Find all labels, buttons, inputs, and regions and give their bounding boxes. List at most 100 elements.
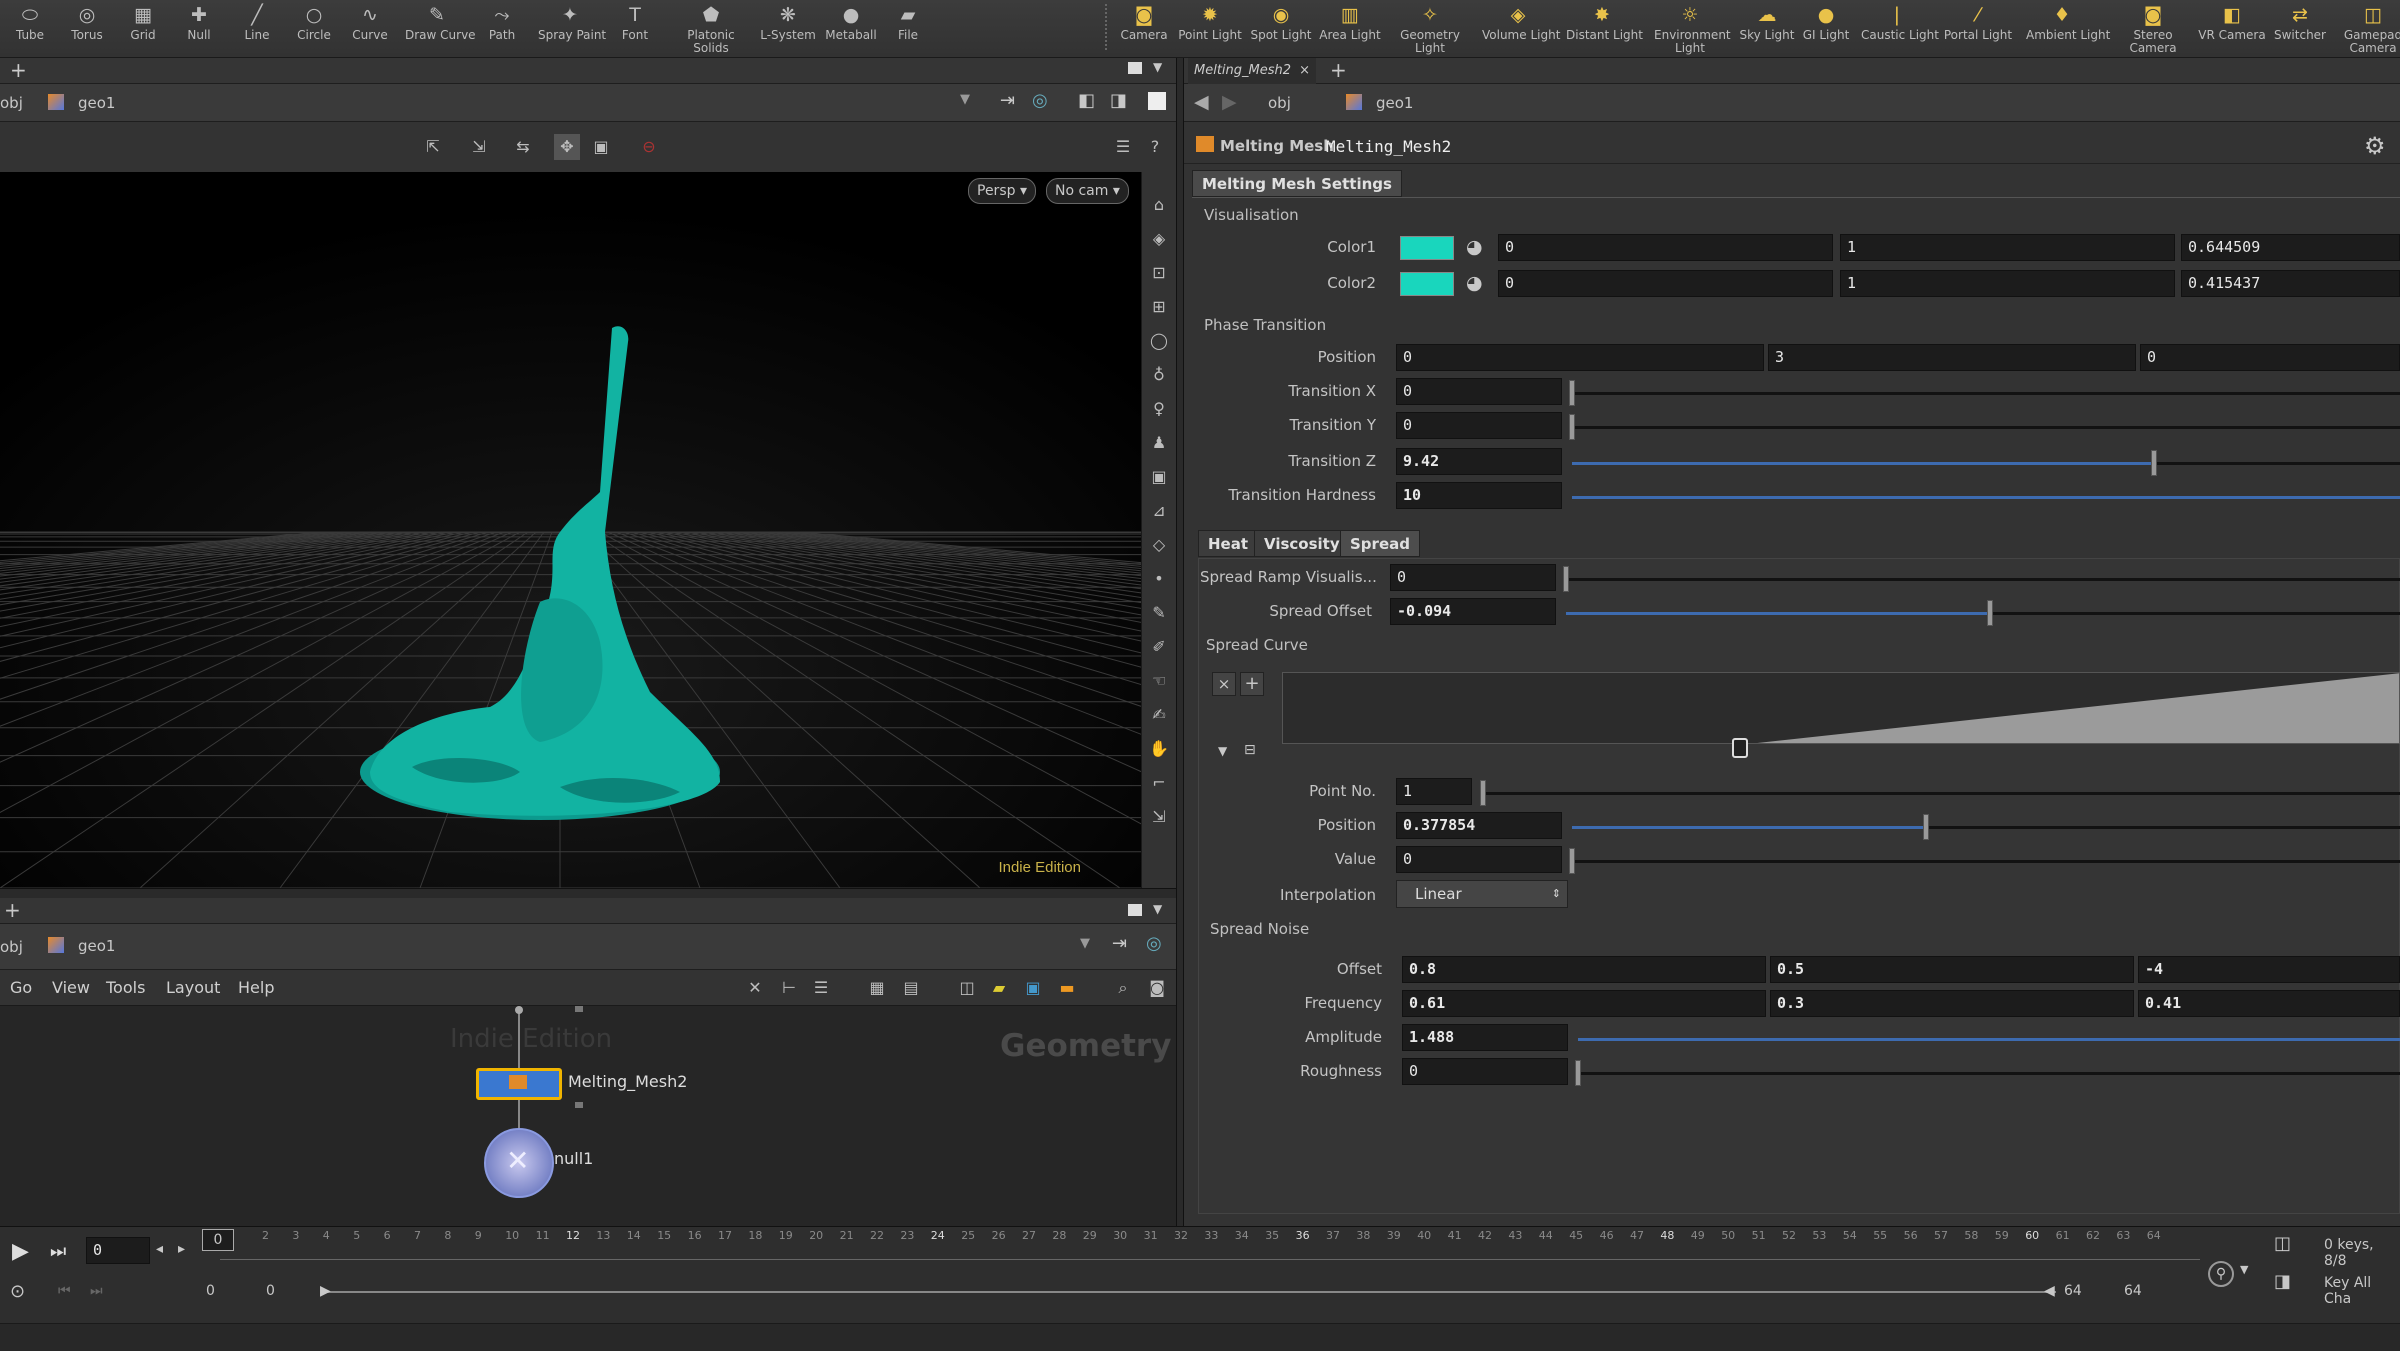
key-all-channels-button[interactable]: Key All Cha xyxy=(2324,1275,2400,1307)
spread-ramp-vis-slider[interactable] xyxy=(1563,566,2400,592)
point-icon[interactable]: • xyxy=(1146,566,1172,592)
ramp-value-field[interactable]: 0 xyxy=(1396,846,1562,873)
color2-r-field[interactable]: 0 xyxy=(1498,270,1833,297)
chevron-down-icon[interactable]: ▼ xyxy=(960,92,970,107)
transform-tool-icon[interactable]: ⇲ xyxy=(466,134,492,160)
back-icon[interactable]: ◀ xyxy=(1194,91,1209,113)
add-point-icon[interactable]: + xyxy=(1240,672,1264,696)
grid-snap-icon[interactable]: ▤ xyxy=(898,975,924,1001)
path-node[interactable]: geo1 xyxy=(1376,94,1413,112)
tube-tool[interactable]: ⬭ Tube xyxy=(0,2,62,56)
area-light-tool[interactable]: ▥ Area Light xyxy=(1314,2,1386,56)
switcher-tool[interactable]: ⇄ Switcher xyxy=(2264,2,2336,56)
key-icon[interactable]: ⚲ xyxy=(2208,1261,2234,1287)
slider-handle[interactable] xyxy=(1569,414,1575,440)
range-bar[interactable] xyxy=(326,1291,2056,1293)
render-region-icon[interactable]: ▣ xyxy=(588,134,614,160)
portal-light-tool[interactable]: ⁄ Portal Light xyxy=(1942,2,2014,56)
slider-handle[interactable] xyxy=(1923,814,1929,840)
tab-melting-mesh2[interactable]: Melting_Mesh2 × xyxy=(1188,58,1316,84)
record-icon[interactable]: ⊖ xyxy=(636,134,662,160)
color1-b-field[interactable]: 0.644509 xyxy=(2181,234,2400,261)
frequency-y-field[interactable]: 0.3 xyxy=(1770,990,2134,1017)
color2-b-field[interactable]: 0.415437 xyxy=(2181,270,2400,297)
amplitude-slider[interactable] xyxy=(1578,1038,2400,1041)
transition-hardness-field[interactable]: 10 xyxy=(1396,482,1562,509)
pane-splitter[interactable] xyxy=(1176,58,1184,1226)
start-frame[interactable]: 0 xyxy=(206,1283,215,1299)
light-icon[interactable]: ♁ xyxy=(1146,362,1172,388)
node-shape-icon[interactable]: ▬ xyxy=(1054,975,1080,1001)
node-label[interactable]: null1 xyxy=(554,1149,593,1168)
file-tool[interactable]: ▰ File xyxy=(876,2,940,56)
tab-melting-mesh-settings[interactable]: Melting Mesh Settings xyxy=(1192,170,1402,197)
start-frame-2[interactable]: 0 xyxy=(266,1283,275,1299)
color-wheel-icon[interactable]: ◕ xyxy=(1466,236,1483,258)
ramp-point-handle[interactable] xyxy=(1732,738,1748,758)
brush-icon[interactable]: ✍ xyxy=(1146,702,1172,728)
play-icon[interactable]: ▶ xyxy=(12,1239,29,1264)
color2-swatch[interactable] xyxy=(1400,272,1454,296)
search-icon[interactable]: ⌕ xyxy=(1110,975,1136,1001)
path-node[interactable]: geo1 xyxy=(78,937,115,955)
hand-icon[interactable]: ☜ xyxy=(1146,668,1172,694)
gear-icon[interactable]: ⚙ xyxy=(2364,132,2386,160)
add-tab-icon[interactable]: + xyxy=(1330,58,1347,82)
corner-icon[interactable]: ⌐ xyxy=(1146,770,1172,796)
snap-icon[interactable]: ⊿ xyxy=(1146,498,1172,524)
amplitude-field[interactable]: 1.488 xyxy=(1402,1024,1568,1051)
pane-menu-icon[interactable] xyxy=(1128,904,1142,916)
scale-icon[interactable]: ⇲ xyxy=(1146,804,1172,830)
slider-handle[interactable] xyxy=(1575,1060,1581,1086)
environment-light-tool[interactable]: ☼ Environment Light xyxy=(1654,2,1731,56)
end-frame[interactable]: 64 xyxy=(2064,1283,2082,1299)
color2-g-field[interactable]: 1 xyxy=(1840,270,2175,297)
keyframe-icon[interactable]: ◫ xyxy=(2274,1233,2291,1254)
display-options-icon[interactable]: ☰ xyxy=(1110,134,1136,160)
link-icon[interactable]: ⊟ xyxy=(1244,742,1256,758)
circle-tool[interactable]: ○ Circle xyxy=(282,2,346,56)
menu-go[interactable]: Go xyxy=(10,978,32,997)
layout-icon[interactable]: ◫ xyxy=(954,975,980,1001)
ramp-value-slider[interactable] xyxy=(1569,848,2400,874)
tree-icon[interactable]: ⊢ xyxy=(776,975,802,1001)
transition-z-slider[interactable] xyxy=(1572,450,2400,476)
spread-offset-slider[interactable] xyxy=(1566,600,2400,626)
menu-tools[interactable]: Tools xyxy=(106,978,145,997)
spread-ramp-vis-field[interactable]: 0 xyxy=(1390,564,1556,591)
ramp-graph[interactable] xyxy=(1282,672,2400,744)
torus-tool[interactable]: ◎ Torus xyxy=(55,2,119,56)
color1-swatch[interactable] xyxy=(1400,236,1454,260)
image-icon[interactable]: ▣ xyxy=(1020,975,1046,1001)
point-no-slider[interactable] xyxy=(1480,780,2400,806)
grab-icon[interactable]: ✋ xyxy=(1146,736,1172,762)
current-frame-marker[interactable]: 0 xyxy=(202,1229,234,1251)
slider-handle[interactable] xyxy=(1480,780,1486,806)
realtime-icon[interactable]: ⊙ xyxy=(10,1281,25,1302)
menu-layout[interactable]: Layout xyxy=(166,978,220,997)
color-wheel-icon[interactable]: ◕ xyxy=(1466,272,1483,294)
chevron-down-icon[interactable]: ▼ xyxy=(1153,60,1162,74)
help-icon[interactable]: ? xyxy=(1142,134,1168,160)
tab-heat[interactable]: Heat xyxy=(1198,530,1259,557)
camera-icon[interactable]: ◙ xyxy=(1144,975,1170,1001)
step-back-icon[interactable]: ◂ xyxy=(156,1241,163,1257)
tab-spread[interactable]: Spread xyxy=(1340,530,1420,557)
link-icon[interactable]: ◎ xyxy=(1146,933,1162,954)
draw-curve-tool[interactable]: ✎ Draw Curve xyxy=(405,2,476,56)
viewport[interactable]: Indie Edition Persp ▾ No cam ▾ xyxy=(0,172,1141,888)
geometry-light-tool[interactable]: ✧ Geometry Light xyxy=(1394,2,1466,56)
position-y-field[interactable]: 3 xyxy=(1768,344,2136,371)
color1-r-field[interactable]: 0 xyxy=(1498,234,1833,261)
pane-divider[interactable] xyxy=(0,888,1176,898)
persp-menu[interactable]: Persp ▾ xyxy=(968,178,1036,204)
roughness-field[interactable]: 0 xyxy=(1402,1058,1568,1085)
delete-point-icon[interactable]: × xyxy=(1212,672,1236,696)
add-tab-icon[interactable]: + xyxy=(4,898,21,922)
null-node-icon[interactable]: ✕ xyxy=(484,1128,554,1198)
edit-icon[interactable]: ✐ xyxy=(1146,634,1172,660)
point-no-field[interactable]: 1 xyxy=(1396,778,1472,805)
slider-handle[interactable] xyxy=(1563,566,1569,592)
wrench-icon[interactable]: ✕ xyxy=(742,975,768,1001)
path-tool[interactable]: ⤳ Path xyxy=(470,2,534,56)
